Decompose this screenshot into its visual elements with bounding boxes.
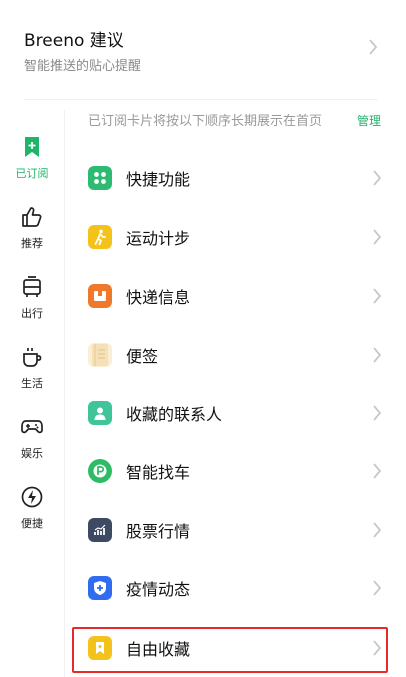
screen: Breeno 建议 智能推送的贴心提醒 已订阅卡片将按以下顺序长期展示在首页 管…	[0, 0, 406, 677]
sidebar-item-entertainment[interactable]: 娱乐	[0, 416, 64, 476]
chevron-right-icon	[373, 405, 382, 421]
card-item-epidemic[interactable]: 疫情动态	[88, 568, 388, 608]
card-item-notes[interactable]: 便签	[88, 335, 388, 375]
lightning-icon	[21, 486, 43, 508]
sidebar-item-travel[interactable]: 出行	[0, 276, 64, 336]
sidebar-item-label: 生活	[21, 377, 43, 390]
note-icon	[88, 343, 112, 367]
sidebar-item-convenient[interactable]: 便捷	[0, 486, 64, 546]
stock-chart-icon	[88, 518, 112, 542]
sidebar-item-subscribed[interactable]: 已订阅	[0, 136, 64, 196]
card-item-express[interactable]: 快递信息	[88, 276, 388, 316]
breeno-suggestion-card[interactable]: Breeno 建议 智能推送的贴心提醒	[0, 0, 406, 100]
divider	[24, 99, 378, 100]
cup-icon	[23, 348, 42, 367]
bus-icon	[23, 276, 41, 297]
sidebar-item-label: 便捷	[21, 517, 43, 530]
parking-icon	[88, 459, 112, 483]
chevron-right-icon	[373, 170, 382, 186]
card-item-favorite-contacts[interactable]: 收藏的联系人	[88, 393, 388, 433]
highlight-box	[72, 627, 388, 673]
contact-icon	[88, 401, 112, 425]
bookmark-plus-icon	[25, 137, 39, 157]
card-item-label: 快递信息	[126, 288, 191, 307]
shield-plus-icon	[88, 576, 112, 600]
sidebar-item-label: 已订阅	[15, 167, 49, 180]
gamepad-icon	[21, 420, 43, 434]
card-item-label: 便签	[126, 347, 159, 366]
subscription-notice: 已订阅卡片将按以下顺序长期展示在首页	[88, 114, 323, 129]
package-icon	[88, 284, 112, 308]
sidebar-item-recommend[interactable]: 推荐	[0, 206, 64, 266]
category-sidebar: 已订阅 推荐 出行 生活 娱乐 便捷	[0, 120, 64, 677]
chevron-right-icon	[373, 288, 382, 304]
chevron-right-icon	[373, 522, 382, 538]
card-title: Breeno 建议	[24, 31, 124, 51]
card-item-shortcuts[interactable]: 快捷功能	[88, 158, 388, 198]
chevron-right-icon	[373, 580, 382, 596]
card-subtitle: 智能推送的贴心提醒	[24, 59, 142, 74]
sidebar-item-label: 娱乐	[21, 447, 43, 460]
card-item-stocks[interactable]: 股票行情	[88, 510, 388, 550]
sidebar-item-life[interactable]: 生活	[0, 346, 64, 406]
walking-person-icon	[88, 225, 112, 249]
card-item-label: 运动计步	[126, 229, 191, 248]
sidebar-divider	[64, 110, 65, 677]
card-item-label: 快捷功能	[126, 170, 191, 189]
manage-link[interactable]: 管理	[357, 112, 381, 129]
sidebar-item-label: 推荐	[21, 237, 43, 250]
sidebar-item-label: 出行	[21, 307, 43, 320]
thumbs-up-icon	[22, 207, 42, 227]
card-item-find-car[interactable]: 智能找车	[88, 451, 388, 491]
shortcut-grid-icon	[88, 166, 112, 190]
chevron-right-icon	[369, 39, 378, 55]
chevron-right-icon	[373, 229, 382, 245]
card-item-label: 智能找车	[126, 463, 191, 482]
chevron-right-icon	[373, 463, 382, 479]
card-item-label: 股票行情	[126, 522, 191, 541]
card-item-label: 收藏的联系人	[126, 405, 223, 424]
chevron-right-icon	[373, 347, 382, 363]
card-item-label: 疫情动态	[126, 580, 191, 599]
card-item-steps[interactable]: 运动计步	[88, 217, 388, 257]
